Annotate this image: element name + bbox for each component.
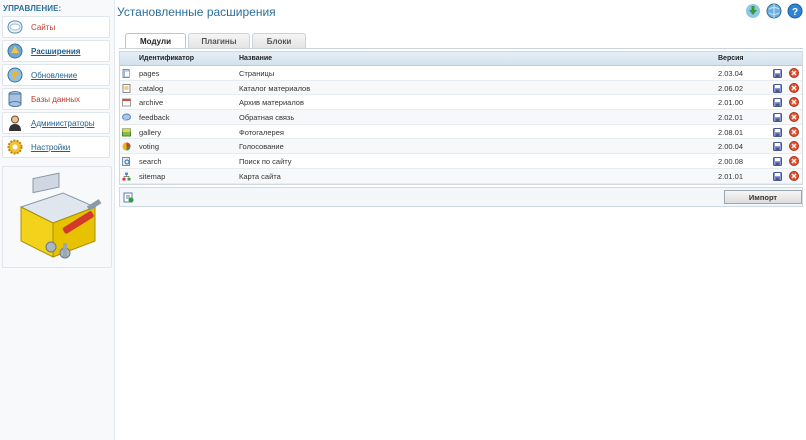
new-document-icon[interactable] (123, 192, 134, 203)
sidebar: УПРАВЛЕНИЕ: Сайты Расширения Обновление … (0, 0, 115, 440)
delete-icon[interactable] (789, 68, 799, 78)
extension-name: Архив материалов (239, 98, 304, 108)
extension-version: 2.01.00 (718, 98, 744, 108)
save-icon[interactable] (773, 83, 782, 93)
extension-version: 2.06.02 (718, 83, 744, 93)
extension-id: search (139, 157, 162, 167)
extension-id: pages (139, 69, 160, 78)
extension-id: gallery (139, 127, 162, 137)
tab-plugins[interactable]: Плагины (188, 33, 250, 48)
extension-id: feedback (139, 113, 170, 123)
column-header-version[interactable]: Версия (718, 55, 744, 62)
extensions-icon (5, 41, 25, 61)
admin-icon (5, 113, 25, 133)
extension-id: catalog (139, 83, 164, 93)
save-icon[interactable] (773, 142, 782, 152)
voting-icon (122, 142, 131, 151)
delete-icon[interactable] (789, 126, 799, 137)
extension-version: 2.01.01 (718, 171, 744, 181)
table-header: Идентификатор Название Версия (120, 52, 802, 66)
sitemap-icon (122, 172, 131, 181)
settings-icon (5, 137, 25, 157)
svg-text:?: ? (792, 7, 798, 18)
extension-version: 2.00.04 (718, 142, 744, 152)
page-title: Установленные расширения (117, 5, 276, 19)
table-row[interactable]: voting Голосование 2.00.04 (120, 139, 802, 155)
sidebar-item-label: Настройки (31, 142, 71, 152)
table-row[interactable]: archive Архив материалов 2.01.00 (120, 95, 802, 111)
sidebar-item-label: Базы данных (31, 94, 80, 104)
extension-id: sitemap (139, 171, 166, 181)
search-icon (122, 157, 131, 167)
extensions-table: Идентификатор Название Версия pages Стран… (119, 51, 803, 185)
web-icon[interactable] (766, 3, 782, 19)
tab-modules[interactable]: Модули (125, 33, 186, 49)
extension-version: 2.00.08 (718, 157, 744, 167)
extension-version: 2.03.04 (718, 69, 744, 78)
sidebar-item-sites[interactable]: Сайты (2, 16, 110, 38)
column-header-name[interactable]: Название (239, 55, 272, 62)
delete-icon[interactable] (789, 97, 799, 108)
table-row[interactable]: search Поиск по сайту 2.00.08 (120, 154, 802, 169)
sidebar-item-settings[interactable]: Настройки (2, 136, 110, 158)
sidebar-item-label: Сайты (31, 22, 56, 32)
extension-name: Страницы (239, 69, 275, 78)
extension-name: Фотогалерея (239, 127, 284, 137)
save-icon[interactable] (773, 127, 782, 137)
save-icon[interactable] (773, 157, 782, 167)
pages-icon (122, 69, 131, 78)
table-row[interactable]: catalog Каталог материалов 2.06.02 (120, 80, 802, 96)
extension-name: Поиск по сайту (239, 157, 292, 167)
save-icon[interactable] (773, 171, 782, 181)
update-icon (5, 65, 25, 85)
extension-version: 2.02.01 (718, 113, 744, 123)
help-icon[interactable]: ? (787, 3, 803, 19)
column-header-id[interactable]: Идентификатор (139, 55, 194, 62)
database-icon (5, 89, 25, 109)
tab-divider (119, 48, 803, 49)
table-row[interactable]: feedback Обратная связь 2.02.01 (120, 110, 802, 125)
extension-id: voting (139, 142, 160, 152)
catalog-icon (122, 83, 131, 93)
table-row[interactable]: sitemap Карта сайта 2.01.01 (120, 168, 802, 184)
table-row[interactable]: gallery Фотогалерея 2.08.01 (120, 125, 802, 140)
sidebar-item-label: Расширения (31, 46, 81, 56)
delete-icon[interactable] (789, 82, 799, 93)
delete-icon[interactable] (789, 170, 799, 181)
delete-icon[interactable] (789, 156, 799, 167)
extension-id: archive (139, 98, 164, 108)
feedback-icon (122, 113, 131, 122)
table-row[interactable]: pages Страницы 2.03.04 (120, 66, 802, 81)
tab-blocks[interactable]: Блоки (252, 33, 306, 48)
gallery-icon (122, 128, 131, 137)
sidebar-item-extensions[interactable]: Расширения (2, 40, 110, 62)
sidebar-item-label: Обновление (31, 70, 78, 80)
save-icon[interactable] (773, 98, 782, 108)
toolbox-illustration-panel (2, 166, 112, 268)
sidebar-item-databases[interactable]: Базы данных (2, 88, 110, 110)
download-icon[interactable] (745, 3, 761, 19)
sidebar-item-update[interactable]: Обновление (2, 64, 110, 86)
save-icon[interactable] (773, 113, 782, 123)
save-icon[interactable] (773, 69, 782, 78)
toolbox-icon (19, 172, 102, 259)
delete-icon[interactable] (789, 112, 799, 123)
delete-icon[interactable] (789, 141, 799, 152)
extension-name: Карта сайта (239, 171, 281, 181)
extension-name: Обратная связь (239, 113, 295, 123)
sidebar-item-administrators[interactable]: Администраторы (2, 112, 110, 134)
table-footer: Импорт (119, 187, 803, 207)
extension-name: Голосование (239, 142, 284, 152)
extension-name: Каталог материалов (239, 83, 311, 93)
archive-icon (122, 98, 131, 107)
extension-version: 2.08.01 (718, 127, 744, 137)
sidebar-item-label: Администраторы (31, 118, 95, 128)
import-button[interactable]: Импорт (724, 190, 802, 204)
sidebar-heading: УПРАВЛЕНИЕ: (3, 4, 62, 13)
sites-icon (5, 17, 25, 37)
